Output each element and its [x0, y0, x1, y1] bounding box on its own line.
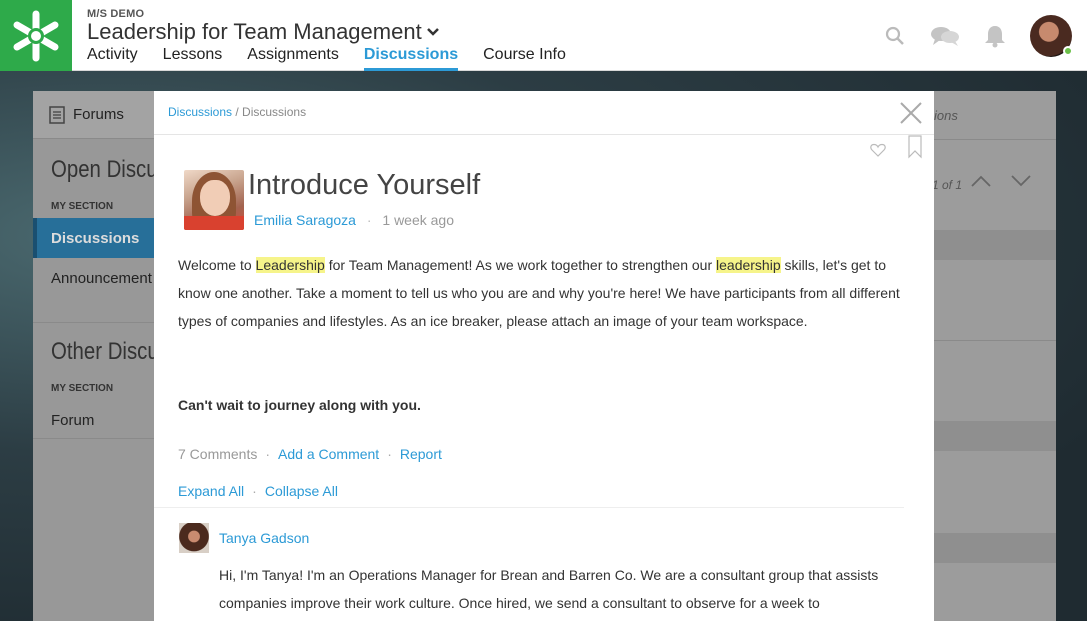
author-photo — [184, 170, 244, 230]
post-meta: Emilia Saragoza · 1 week ago — [254, 212, 454, 228]
background-divider — [934, 340, 1056, 341]
thread-controls: Expand All · Collapse All — [178, 483, 338, 499]
search-highlight: Leadership — [255, 257, 325, 273]
tab-activity[interactable]: Activity — [87, 46, 138, 71]
course-title: Leadership for Team Management — [87, 19, 422, 44]
close-icon[interactable] — [899, 101, 923, 125]
breadcrumb-link-discussions[interactable]: Discussions — [168, 105, 232, 119]
meta-separator: · — [366, 212, 372, 228]
sidebar-item-announcements[interactable]: Announcement — [33, 258, 155, 298]
sidebar-divider — [33, 438, 155, 439]
background-row — [934, 230, 1056, 260]
post-author-link[interactable]: Emilia Saragoza — [254, 212, 356, 228]
post-title: Introduce Yourself — [248, 169, 481, 201]
other-section-label: MY SECTION — [51, 383, 114, 394]
breadcrumb-current: Discussions — [242, 105, 307, 119]
background-row — [934, 533, 1056, 563]
author-photo-shirt — [184, 216, 244, 230]
sidebar-item-discussions[interactable]: Discussions — [33, 218, 155, 258]
background-divider — [934, 139, 1056, 140]
reply-body: Hi, I'm Tanya! I'm an Operations Manager… — [219, 567, 879, 611]
background-partial-text: ions — [934, 108, 958, 123]
post-closing: Can't wait to journey along with you. — [178, 397, 421, 413]
forums-label: Forums — [73, 106, 124, 123]
heart-icon[interactable] — [870, 143, 886, 157]
chevron-down-icon — [426, 28, 439, 36]
user-avatar[interactable] — [1030, 14, 1073, 57]
breadcrumb: Discussions / Discussions — [168, 105, 306, 119]
chat-icon — [931, 26, 959, 46]
paging-text: 1 of 1 — [932, 178, 963, 192]
search-icon — [885, 26, 904, 45]
action-separator: · — [265, 446, 271, 462]
expand-all-link[interactable]: Expand All — [178, 483, 244, 499]
breadcrumb-separator: / — [232, 105, 243, 119]
reply-author-link[interactable]: Tanya Gadson — [219, 530, 309, 546]
course-title-dropdown[interactable]: Leadership for Team Management — [87, 19, 440, 45]
chevron-up-icon[interactable] — [970, 174, 992, 188]
discussion-modal: Discussions / Discussions Introduce Your… — [154, 91, 934, 621]
notifications-button[interactable] — [980, 21, 1010, 51]
post-time: 1 week ago — [382, 212, 454, 228]
action-separator: · — [387, 446, 392, 462]
sidebar-item-forum[interactable]: Forum — [33, 400, 155, 440]
course-nav: Activity Lessons Assignments Discussions… — [87, 46, 591, 71]
comments-count: 7 Comments — [178, 446, 258, 462]
sidebar-divider — [33, 322, 155, 323]
chevron-down-icon[interactable] — [1010, 174, 1032, 188]
tab-discussions[interactable]: Discussions — [363, 46, 459, 71]
post-body: Welcome to Leadership for Team Managemen… — [178, 251, 913, 335]
search-button[interactable] — [880, 21, 910, 51]
post-body-text: Welcome to — [178, 257, 256, 273]
bell-icon — [985, 25, 1005, 47]
report-link[interactable]: Report — [400, 446, 442, 462]
tab-assignments[interactable]: Assignments — [247, 46, 339, 71]
logo-icon — [13, 10, 59, 61]
open-section-label: MY SECTION — [51, 201, 114, 212]
action-separator: · — [252, 483, 257, 499]
forums-header[interactable]: Forums — [33, 91, 155, 139]
online-status-dot — [1063, 45, 1073, 56]
tab-lessons[interactable]: Lessons — [163, 46, 223, 71]
messages-button[interactable] — [930, 21, 960, 51]
author-photo-face — [200, 180, 230, 216]
post-body-text: for Team Management! As we work together… — [324, 257, 717, 273]
breadcrumb-divider — [154, 134, 934, 135]
bookmark-icon[interactable] — [908, 135, 922, 159]
top-bar: M/S DEMO Leadership for Team Management … — [0, 0, 1087, 71]
tab-course-info[interactable]: Course Info — [483, 46, 566, 71]
app-logo[interactable] — [0, 0, 72, 71]
collapse-all-link[interactable]: Collapse All — [265, 483, 338, 499]
document-icon — [49, 105, 65, 124]
post-actions: 7 Comments · Add a Comment · Report — [178, 446, 442, 462]
reply-divider — [154, 507, 904, 508]
reply-avatar — [179, 523, 209, 553]
search-highlight: leadership — [716, 257, 781, 273]
add-comment-link[interactable]: Add a Comment — [278, 446, 379, 462]
background-row — [934, 421, 1056, 451]
